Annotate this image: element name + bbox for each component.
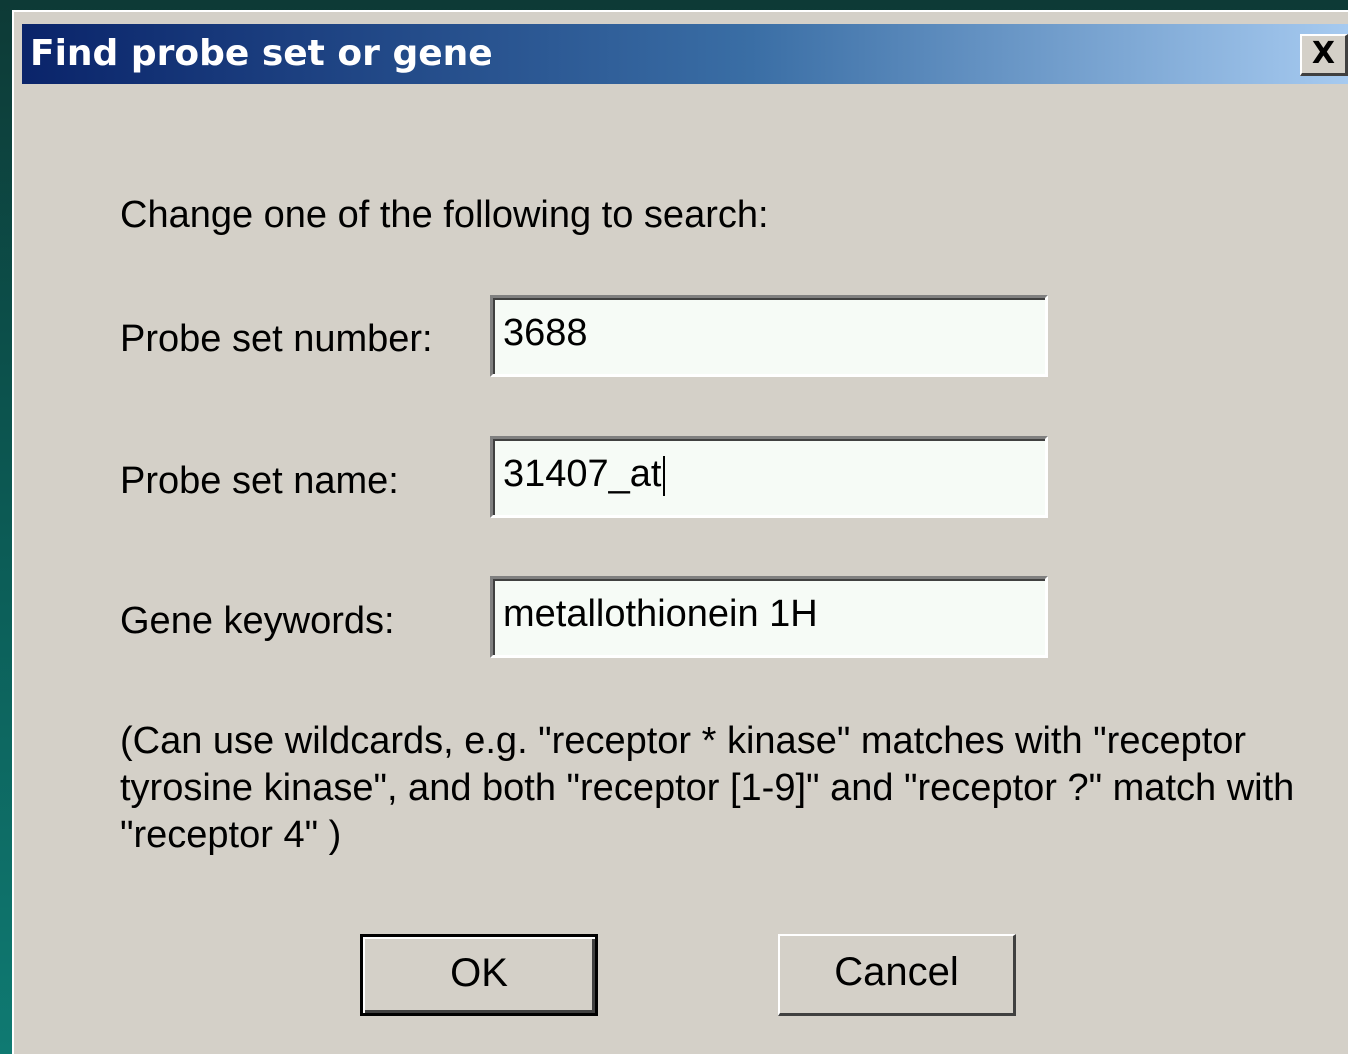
text-caret — [662, 455, 665, 496]
wildcard-hint: (Can use wildcards, e.g. "receptor * kin… — [120, 720, 1295, 856]
probe-set-number-field[interactable]: 3688 — [490, 295, 1048, 377]
title-bar[interactable]: Find probe set or gene X — [22, 24, 1348, 84]
gene-keywords-label: Gene keywords: — [120, 600, 395, 642]
ok-button[interactable]: OK — [360, 934, 598, 1016]
close-button[interactable]: X — [1300, 34, 1348, 76]
probe-set-number-value: 3688 — [503, 312, 588, 354]
cancel-button[interactable]: Cancel — [778, 934, 1016, 1016]
probe-set-name-value-wrap: 31407_at — [503, 451, 665, 497]
gene-keywords-field[interactable]: metallothionein 1H — [490, 576, 1048, 658]
probe-set-name-field[interactable]: 31407_at — [490, 436, 1048, 518]
gene-keywords-value: metallothionein 1H — [503, 593, 818, 635]
find-dialog: Find probe set or gene X Change one of t… — [12, 10, 1348, 1054]
probe-set-number-label: Probe set number: — [120, 318, 433, 360]
dialog-title: Find probe set or gene — [30, 33, 493, 74]
instruction-text: Change one of the following to search: — [120, 194, 769, 236]
probe-set-name-label: Probe set name: — [120, 460, 399, 502]
probe-set-name-value: 31407_at — [503, 453, 662, 495]
